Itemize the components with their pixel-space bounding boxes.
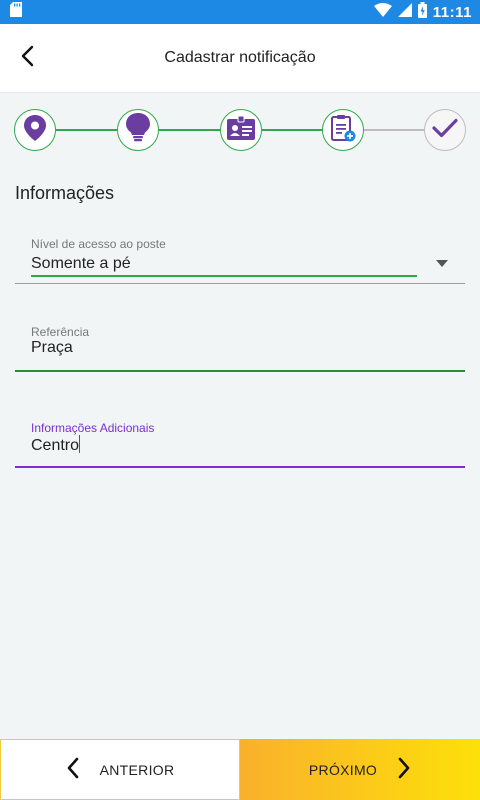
step-connector — [159, 129, 220, 131]
section-title: Informações — [15, 183, 115, 203]
previous-label: ANTERIOR — [99, 761, 175, 778]
reference-label: Referência — [31, 325, 90, 339]
previous-button[interactable]: ANTERIOR — [0, 739, 240, 800]
location-pin-icon — [24, 114, 46, 146]
additional-info-label: Informações Adicionais — [31, 421, 155, 435]
access-level-select[interactable]: Nível de acesso ao poste Somente a pé — [15, 230, 465, 286]
status-right: 11:11 — [373, 1, 472, 23]
text-cursor — [79, 435, 81, 453]
id-card-icon — [227, 115, 255, 145]
chevron-right-icon — [397, 757, 411, 782]
page-title: Cadastrar notificação — [164, 49, 316, 66]
chevron-left-icon — [66, 757, 80, 782]
progress-stepper — [14, 109, 466, 151]
next-button[interactable]: PRÓXIMO — [240, 739, 480, 800]
sd-card-icon — [10, 2, 22, 22]
step-connector — [364, 129, 424, 131]
checkmark-icon — [432, 118, 458, 143]
back-button[interactable] — [12, 42, 44, 74]
step-lamp[interactable] — [117, 109, 159, 151]
clipboard-add-icon — [330, 114, 356, 147]
step-connector — [56, 129, 117, 131]
status-left — [10, 2, 22, 22]
select-underline — [15, 283, 465, 284]
step-report[interactable] — [322, 109, 364, 151]
wifi-icon — [373, 2, 392, 22]
reference-underline — [15, 370, 465, 372]
dropdown-arrow-icon[interactable] — [436, 254, 448, 272]
access-level-value: Somente a pé — [31, 255, 131, 272]
status-bar: 11:11 — [0, 0, 480, 24]
app-bar: Cadastrar notificação — [0, 24, 480, 92]
battery-charging-icon — [417, 1, 427, 23]
additional-info-field[interactable]: Informações Adicionais Centro — [15, 414, 465, 470]
additional-info-value: Centro — [31, 437, 80, 454]
additional-info-underline — [15, 466, 465, 468]
back-arrow-icon — [20, 45, 36, 72]
next-label: PRÓXIMO — [308, 761, 378, 778]
access-level-underline — [31, 275, 417, 277]
signal-icon — [397, 2, 412, 22]
reference-value: Praça — [31, 339, 73, 356]
step-connector — [262, 129, 322, 131]
step-id-card[interactable] — [220, 109, 262, 151]
access-level-label: Nível de acesso ao poste — [31, 237, 166, 251]
reference-field[interactable]: Referência Praça — [15, 318, 465, 374]
additional-info-input[interactable]: Centro — [31, 435, 81, 455]
status-time: 11:11 — [432, 3, 472, 21]
step-confirm[interactable] — [424, 109, 466, 151]
step-location[interactable] — [14, 109, 56, 151]
light-bulb-icon — [125, 112, 151, 148]
